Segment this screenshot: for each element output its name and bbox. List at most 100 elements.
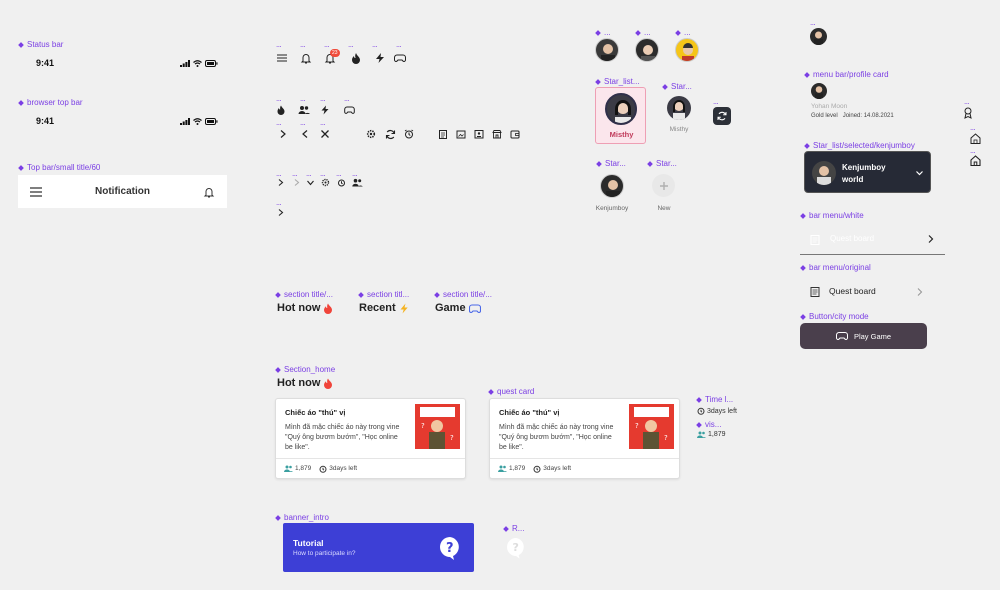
chevron-right-light-icon[interactable] bbox=[292, 178, 304, 190]
users-icon bbox=[352, 178, 363, 187]
component-label: vis... bbox=[696, 420, 721, 429]
avatar[interactable] bbox=[675, 38, 699, 62]
gamepad-icon bbox=[394, 54, 406, 62]
close-icon[interactable] bbox=[320, 129, 332, 141]
chevron-left-icon[interactable] bbox=[300, 129, 312, 141]
clipboard-icon bbox=[810, 287, 820, 297]
fire-icon bbox=[352, 53, 360, 64]
component-label: ... bbox=[635, 28, 651, 37]
component-label: Star_list/selected/kenjumboy bbox=[804, 141, 915, 150]
section-title-recent: Recent bbox=[359, 302, 409, 314]
component-label: Button/city mode bbox=[800, 312, 869, 321]
status-time: 9:41 bbox=[36, 116, 55, 126]
gear-icon[interactable] bbox=[321, 178, 333, 190]
component-label: bar menu/original bbox=[800, 263, 871, 272]
chevron-right-icon[interactable] bbox=[276, 208, 288, 220]
svg-text:?: ? bbox=[635, 422, 639, 430]
alarm-clock-icon bbox=[697, 407, 705, 415]
hamburger-menu-icon[interactable] bbox=[276, 52, 288, 64]
quest-thumbnail: ?? bbox=[629, 404, 674, 449]
selected-star-bar[interactable]: Kenjumboy world bbox=[804, 151, 931, 193]
help-bubble-icon: ? bbox=[440, 537, 459, 560]
home-icon[interactable] bbox=[970, 155, 981, 166]
member-count: 1,879 bbox=[509, 465, 526, 472]
time-left-component: 3days left bbox=[697, 407, 737, 415]
users-icon bbox=[498, 465, 507, 472]
star-name: Misthy bbox=[609, 130, 634, 139]
tutorial-banner[interactable]: Tutorial How to participate in? ? bbox=[283, 523, 474, 572]
component-label: ... bbox=[595, 28, 611, 37]
profile-joined: Joined: 14.08.2021 bbox=[842, 113, 894, 119]
bar-menu-label: Quest board bbox=[829, 286, 876, 296]
profile-avatar bbox=[811, 83, 827, 99]
chevron-right-icon bbox=[928, 235, 934, 243]
status-bar: 9:41 bbox=[18, 57, 228, 69]
quest-description: Mình đã mặc chiếc áo này trong vine "Quý… bbox=[285, 424, 400, 451]
gamepad-icon bbox=[344, 106, 355, 114]
component-label: R... bbox=[503, 524, 524, 533]
play-game-button[interactable]: Play Game bbox=[800, 323, 927, 349]
fire-icon bbox=[324, 378, 333, 389]
bar-menu-label: Quest board bbox=[830, 234, 875, 243]
component-label: Top bar/small title/60 bbox=[18, 163, 100, 172]
star-item-misthy-selected[interactable]: Misthy bbox=[595, 87, 646, 144]
avatar[interactable] bbox=[810, 28, 827, 45]
quest-card[interactable]: Chiếc áo "thú" vị Mình đã mặc chiếc áo n… bbox=[275, 398, 466, 479]
banner-subtitle: How to participate in? bbox=[293, 550, 356, 557]
gallery-icon bbox=[456, 130, 466, 139]
lightning-icon bbox=[376, 53, 384, 63]
quest-footer: 1,879 3days left bbox=[276, 458, 465, 478]
plus-icon bbox=[659, 181, 668, 190]
bar-menu-white[interactable]: Quest board bbox=[800, 225, 945, 255]
avatar[interactable] bbox=[600, 174, 624, 198]
svg-text:?: ? bbox=[513, 541, 519, 554]
chevron-right-icon[interactable] bbox=[276, 178, 288, 190]
component-label: Star... bbox=[647, 159, 677, 168]
svg-text:?: ? bbox=[421, 422, 425, 430]
refresh-button[interactable] bbox=[713, 107, 731, 125]
section-title-hot: Hot now bbox=[277, 302, 333, 314]
profile-name: Yohan Moon bbox=[811, 103, 848, 110]
add-star-button[interactable] bbox=[652, 174, 675, 197]
gamepad-icon bbox=[468, 303, 481, 313]
chevron-right-icon bbox=[917, 288, 923, 296]
refresh-icon[interactable] bbox=[385, 129, 397, 141]
visitors-component: 1,879 bbox=[697, 431, 726, 438]
notification-badge: 23 bbox=[330, 49, 340, 57]
component-label: browser top bar bbox=[18, 98, 83, 107]
bar-menu-original[interactable]: Quest board bbox=[800, 279, 927, 304]
hamburger-menu-icon[interactable] bbox=[30, 186, 42, 197]
quest-footer: 1,879 3days left bbox=[490, 458, 679, 478]
quest-card[interactable]: Chiếc áo "thú" vị Mình đã mặc chiếc áo n… bbox=[489, 398, 680, 479]
avatar[interactable] bbox=[595, 38, 619, 62]
gamepad-icon bbox=[835, 332, 848, 340]
time-left: 3days left bbox=[543, 465, 572, 472]
profile-level: Gold level bbox=[811, 113, 838, 119]
bell-icon[interactable] bbox=[300, 52, 312, 64]
users-icon bbox=[697, 431, 706, 438]
avatar bbox=[812, 161, 836, 185]
gear-icon[interactable] bbox=[366, 129, 378, 141]
fire-icon bbox=[277, 105, 285, 115]
component-label: Star... bbox=[662, 82, 692, 91]
component-label: bar menu/white bbox=[800, 211, 864, 220]
avatar[interactable] bbox=[635, 38, 659, 62]
chevron-down-icon[interactable] bbox=[915, 169, 924, 177]
alarm-clock-icon bbox=[338, 179, 345, 187]
chevron-down-icon[interactable] bbox=[306, 178, 318, 190]
clipboard-icon bbox=[810, 235, 820, 245]
home-outline-icon[interactable] bbox=[970, 133, 981, 144]
component-label: section title/... bbox=[434, 290, 492, 299]
selected-star-name: Kenjumboy bbox=[842, 163, 886, 172]
component-label: Star... bbox=[596, 159, 626, 168]
shop-icon bbox=[492, 130, 502, 139]
lightning-icon bbox=[400, 303, 408, 313]
help-bubble-light-icon: ? bbox=[507, 538, 524, 559]
chevron-right-icon[interactable] bbox=[278, 129, 290, 141]
fire-icon bbox=[324, 303, 333, 314]
component-label: banner_intro bbox=[275, 513, 329, 522]
member-count: 1,879 bbox=[295, 465, 312, 472]
star-name: Misthy bbox=[669, 126, 689, 133]
avatar[interactable] bbox=[667, 96, 691, 120]
bell-icon[interactable] bbox=[203, 186, 215, 198]
